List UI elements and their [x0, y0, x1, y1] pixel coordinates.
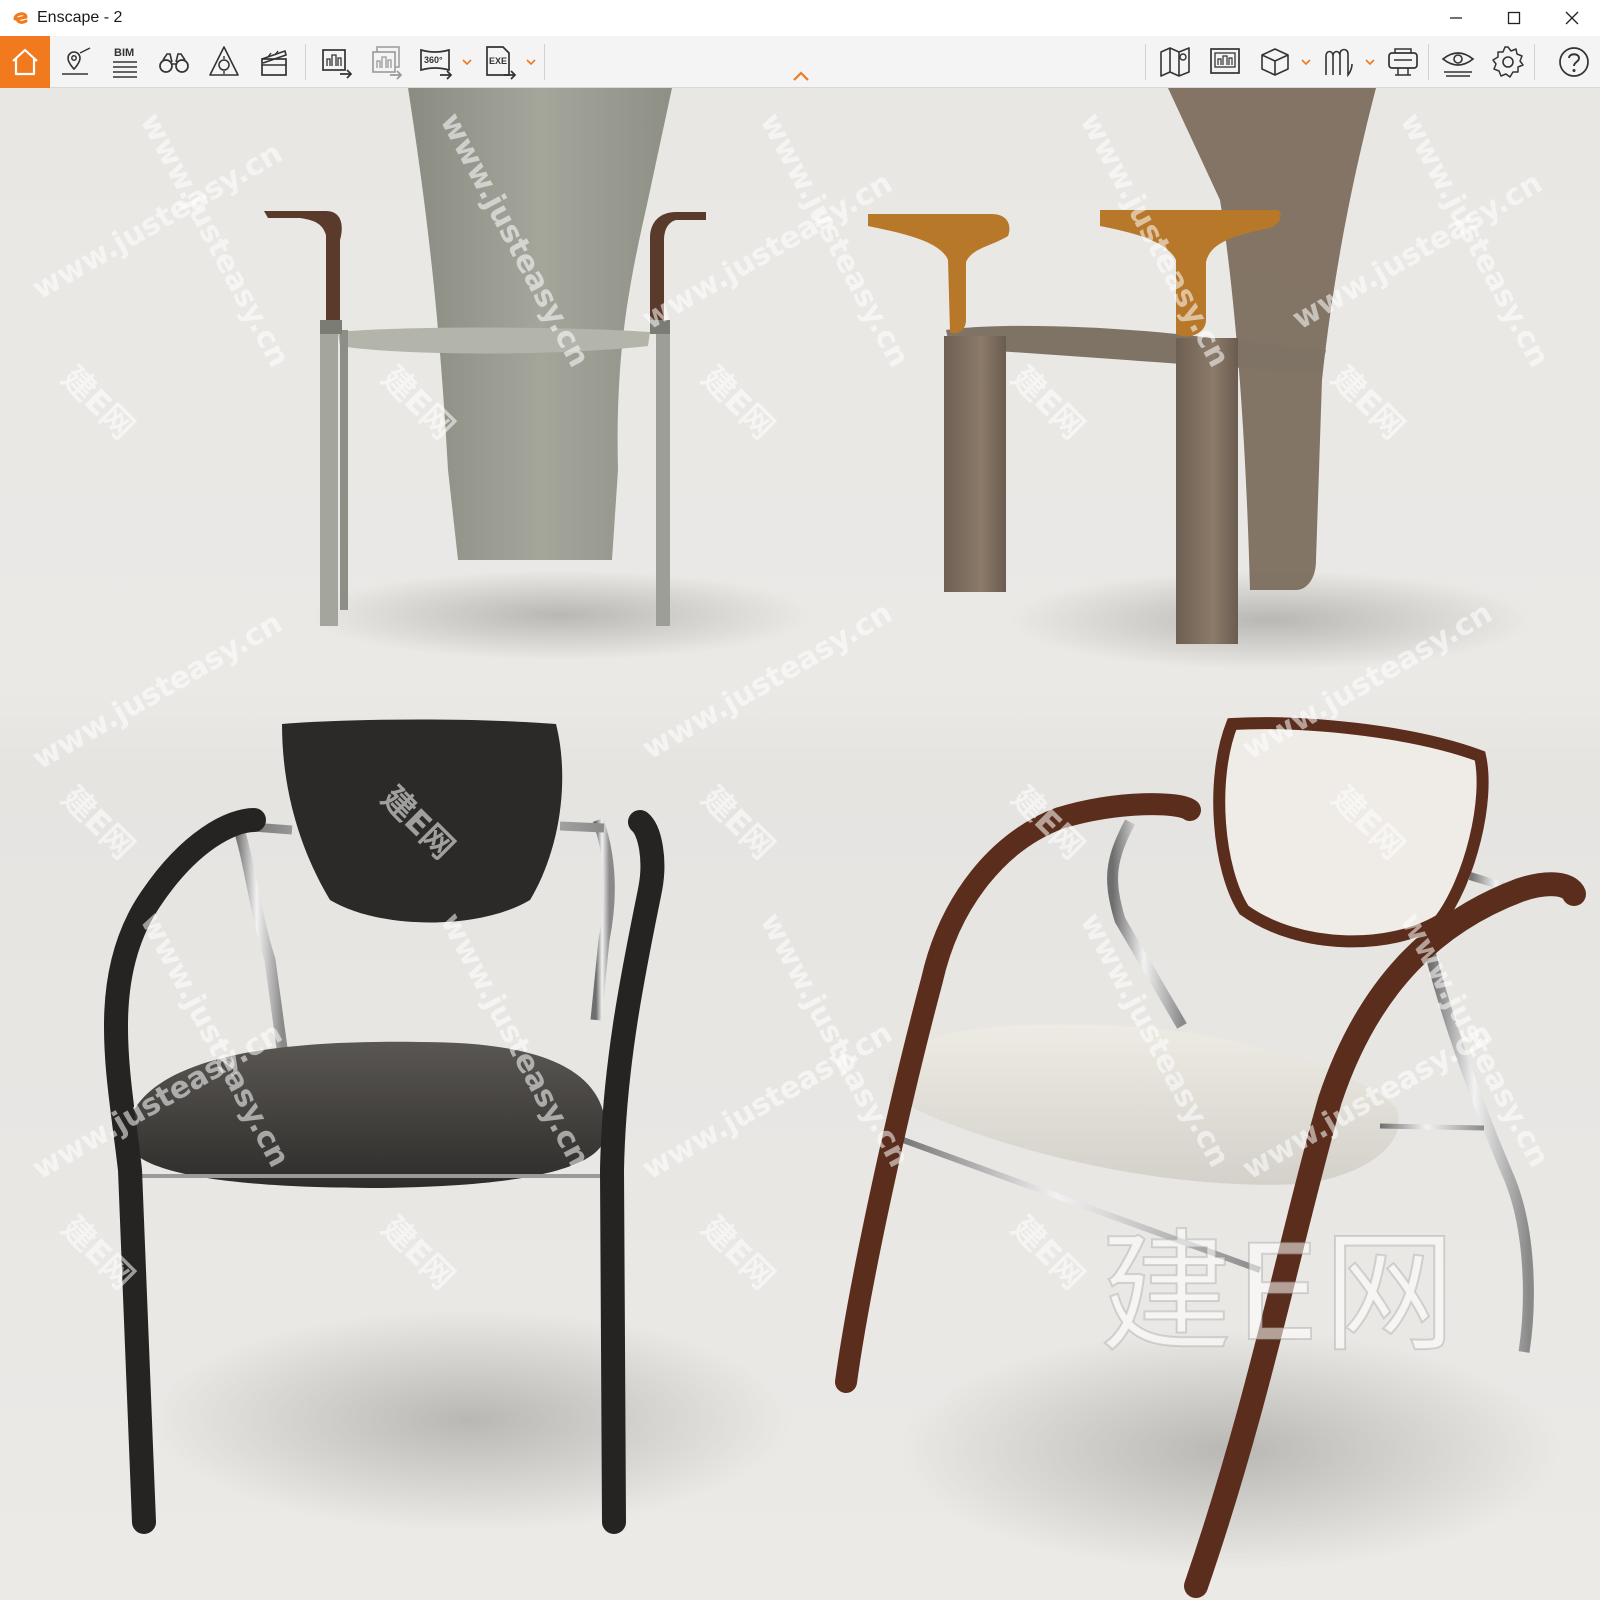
views-icon — [62, 47, 91, 75]
sheet-icon — [1210, 48, 1240, 74]
rendered-scene: www.justeasy.cn www.justeasy.cn www.just… — [27, 88, 1586, 1598]
svg-text:BIM: BIM — [114, 47, 134, 59]
render-viewport[interactable]: www.justeasy.cn www.justeasy.cn www.just… — [0, 88, 1600, 1600]
collapse-toolbar-icon[interactable] — [792, 70, 810, 82]
svg-text:360°: 360° — [424, 55, 443, 65]
toolbar-separator — [1534, 44, 1535, 80]
vr-headset-icon — [1388, 48, 1418, 76]
title-bar: Enscape - 2 — [0, 0, 1600, 36]
sheet-button[interactable] — [1203, 40, 1247, 84]
video-editor-button[interactable] — [252, 40, 296, 84]
home-button[interactable] — [0, 36, 50, 88]
asset-library-icon — [1325, 48, 1353, 78]
video-editor-icon — [261, 49, 287, 76]
batch-export-button[interactable] — [364, 40, 408, 84]
svg-text:建E网: 建E网 — [1004, 359, 1092, 447]
bim-icon: BIM — [113, 47, 137, 78]
svg-text:EXE: EXE — [489, 56, 507, 66]
export-image-button[interactable] — [314, 40, 358, 84]
map-icon — [1160, 47, 1190, 77]
binoculars-button[interactable] — [152, 40, 196, 84]
help-button[interactable] — [1552, 40, 1596, 84]
svg-text:建E网: 建E网 — [694, 1209, 782, 1297]
bim-button[interactable]: BIM — [102, 40, 146, 84]
export-exe-button[interactable]: EXE — [478, 40, 522, 84]
asset-box-icon — [1261, 48, 1289, 76]
export-360-icon: 360° — [420, 48, 453, 80]
asset-library-button[interactable] — [1317, 40, 1361, 84]
svg-text:建E网: 建E网 — [694, 359, 782, 447]
batch-export-icon — [372, 46, 403, 80]
asset-dropdown[interactable] — [1299, 52, 1313, 72]
toolbar-separator — [544, 44, 545, 80]
svg-text:www.justeasy.cn: www.justeasy.cn — [1393, 907, 1556, 1173]
svg-text:建E网: 建E网 — [54, 359, 142, 447]
chair-shadow — [150, 1310, 790, 1530]
svg-text:建E网: 建E网 — [54, 779, 142, 867]
close-button[interactable] — [1548, 0, 1596, 36]
chevron-down-icon — [1301, 59, 1311, 66]
export-360-dropdown[interactable] — [460, 52, 474, 72]
home-icon — [12, 48, 38, 76]
minimize-button[interactable] — [1432, 0, 1480, 36]
window-title: Enscape - 2 — [37, 9, 123, 26]
settings-button[interactable] — [1486, 40, 1530, 84]
chair-shadow — [310, 570, 810, 660]
chevron-down-icon — [526, 59, 536, 66]
toolbar-separator — [1145, 44, 1146, 80]
toolbar-separator — [1428, 44, 1429, 80]
export-exe-dropdown[interactable] — [524, 52, 538, 72]
visibility-icon — [1441, 52, 1475, 77]
svg-text:建E网: 建E网 — [1324, 359, 1412, 447]
svg-text:www.justeasy.cn: www.justeasy.cn — [27, 605, 289, 776]
atmosphere-button[interactable] — [202, 40, 246, 84]
help-icon — [1559, 47, 1589, 77]
atmosphere-icon — [209, 46, 239, 76]
views-button[interactable] — [54, 40, 98, 84]
export-image-icon — [322, 49, 353, 79]
binoculars-icon — [159, 53, 189, 73]
svg-text:建E网: 建E网 — [374, 1209, 462, 1297]
chevron-down-icon — [462, 59, 472, 66]
minimize-icon — [1450, 17, 1462, 19]
chevron-down-icon — [1365, 59, 1375, 66]
maximize-button[interactable] — [1490, 0, 1538, 36]
export-exe-icon: EXE — [486, 46, 517, 80]
toolbar-separator — [305, 44, 306, 80]
enscape-logo-icon — [13, 12, 28, 24]
export-360-button[interactable]: 360° — [414, 40, 458, 84]
asset-box-button[interactable] — [1253, 40, 1297, 84]
watermark-logo-large: 建E网 — [1099, 1217, 1460, 1371]
close-icon — [1565, 11, 1579, 25]
maximize-icon — [1507, 11, 1521, 25]
visibility-button[interactable] — [1436, 40, 1480, 84]
asset-library-dropdown[interactable] — [1363, 52, 1377, 72]
svg-text:建E网: 建E网 — [1004, 1209, 1092, 1297]
map-button[interactable] — [1153, 40, 1197, 84]
settings-gear-icon — [1492, 46, 1524, 78]
vr-headset-button[interactable] — [1381, 40, 1425, 84]
svg-text:建E网: 建E网 — [694, 779, 782, 867]
